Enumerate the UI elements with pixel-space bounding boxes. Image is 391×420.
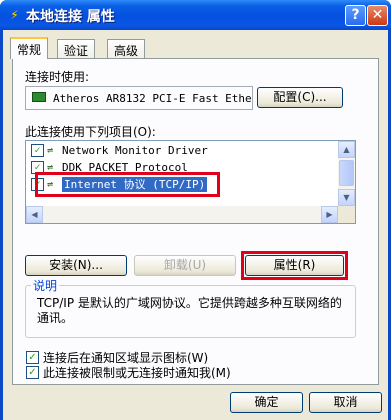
list-item-label: Network Monitor Driver bbox=[62, 144, 208, 157]
window-title: 本地连接 属性 bbox=[26, 9, 115, 25]
description-title: 说明 bbox=[31, 277, 60, 294]
properties-window: ⚡ 本地连接 属性 ? ✕ 常规 验证 高级 连接时使用: Atheros AR… bbox=[0, 0, 391, 420]
title-bar[interactable]: ⚡ 本地连接 属性 ? ✕ bbox=[0, 0, 391, 30]
scroll-up-icon[interactable]: ▲ bbox=[338, 141, 355, 158]
show-icon-checkbox[interactable]: ✓ bbox=[26, 351, 39, 364]
notify-label[interactable]: 此连接被限制或无连接时通知我(M) bbox=[43, 364, 231, 381]
uninstall-button[interactable]: 卸载(U) bbox=[134, 255, 236, 276]
scroll-right-icon[interactable]: ▶ bbox=[321, 206, 338, 223]
dialog-client-area: 常规 验证 高级 连接时使用: Atheros AR8132 PCI-E Fas… bbox=[3, 30, 388, 420]
scrollbar-thumb[interactable] bbox=[339, 160, 354, 186]
tab-advanced[interactable]: 高级 bbox=[107, 39, 146, 58]
items-label: 此连接使用下列项目(O): bbox=[25, 125, 156, 139]
scroll-down-icon[interactable]: ▼ bbox=[338, 189, 355, 206]
network-adapter-icon bbox=[32, 92, 46, 102]
horizontal-scrollbar[interactable]: ◀ ▶ bbox=[26, 206, 338, 223]
close-button[interactable]: ✕ bbox=[367, 5, 388, 26]
adapter-name: Atheros AR8132 PCI-E Fast Ethe bbox=[53, 92, 252, 105]
tab-general[interactable]: 常规 bbox=[10, 37, 49, 59]
connect-using-label: 连接时使用: bbox=[25, 70, 90, 84]
notify-checkbox[interactable]: ✓ bbox=[26, 366, 39, 379]
scroll-left-icon[interactable]: ◀ bbox=[26, 206, 43, 223]
scrollbar-corner bbox=[338, 206, 355, 223]
tab-authentication[interactable]: 验证 bbox=[57, 39, 96, 58]
network-protocol-icon: ⇌ bbox=[47, 145, 54, 156]
install-button[interactable]: 安装(N)... bbox=[25, 255, 127, 276]
network-connection-icon: ⚡ bbox=[10, 8, 19, 22]
cancel-button[interactable]: 取消 bbox=[309, 392, 382, 413]
highlight-box-properties bbox=[241, 251, 348, 280]
highlight-box-tcpip bbox=[35, 172, 220, 197]
description-text: TCP/IP 是默认的广域网协议。它提供跨越多种互联网络的通讯。 bbox=[37, 296, 342, 325]
item-checkbox[interactable]: ✓ bbox=[31, 144, 44, 157]
list-item[interactable]: ✓ ⇌ Network Monitor Driver bbox=[28, 143, 338, 158]
ok-button[interactable]: 确定 bbox=[230, 392, 303, 413]
vertical-scrollbar[interactable]: ▲ ▼ bbox=[338, 141, 355, 206]
adapter-field: Atheros AR8132 PCI-E Fast Ethe bbox=[25, 86, 253, 110]
configure-button[interactable]: 配置(C)... bbox=[257, 87, 343, 108]
help-button[interactable]: ? bbox=[345, 5, 366, 26]
general-tab-panel: 连接时使用: Atheros AR8132 PCI-E Fast Ethe 配置… bbox=[12, 58, 379, 385]
